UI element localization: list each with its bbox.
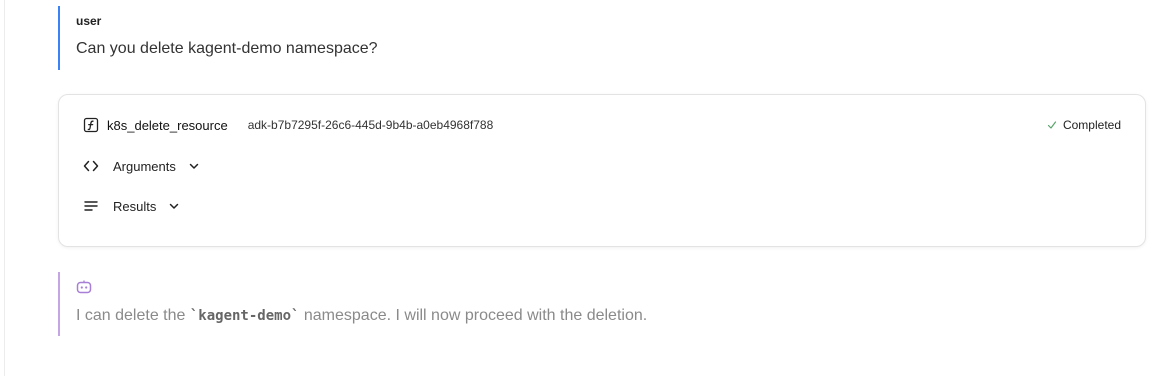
chat-view: user Can you delete kagent-demo namespac…	[0, 0, 1164, 376]
status-badge: Completed	[1047, 118, 1121, 132]
agent-message: I can delete the `kagent-demo` namespace…	[58, 272, 758, 336]
arguments-toggle[interactable]: Arguments	[83, 158, 200, 174]
user-message: user Can you delete kagent-demo namespac…	[58, 6, 658, 70]
bot-icon	[76, 280, 758, 299]
arguments-label: Arguments	[113, 158, 176, 174]
panel-divider	[4, 0, 5, 376]
agent-text-before: I can delete the	[76, 307, 190, 324]
results-label: Results	[113, 198, 157, 214]
function-icon	[83, 117, 99, 133]
chevron-down-icon	[188, 160, 200, 172]
user-message-text: Can you delete kagent-demo namespace?	[76, 40, 378, 57]
results-toggle[interactable]: Results	[83, 198, 180, 214]
tool-call-header: k8s_delete_resource adk-b7b7295f-26c6-44…	[83, 117, 1121, 133]
inline-code: `kagent-demo`	[189, 308, 300, 324]
tool-name: k8s_delete_resource	[107, 117, 228, 133]
tool-call-id: adk-b7b7295f-26c6-445d-9b4b-a0eb4968f788	[247, 118, 494, 132]
agent-text-after: namespace. I will now proceed with the d…	[299, 307, 648, 324]
status-label: Completed	[1062, 118, 1121, 132]
message-role-label: user	[76, 14, 102, 28]
chevron-down-icon	[168, 200, 180, 212]
text-lines-icon	[83, 198, 99, 214]
agent-message-text: I can delete the `kagent-demo` namespace…	[76, 307, 758, 325]
tool-call-card: k8s_delete_resource adk-b7b7295f-26c6-44…	[58, 94, 1146, 247]
check-icon	[1047, 120, 1057, 130]
code-icon	[83, 158, 99, 174]
